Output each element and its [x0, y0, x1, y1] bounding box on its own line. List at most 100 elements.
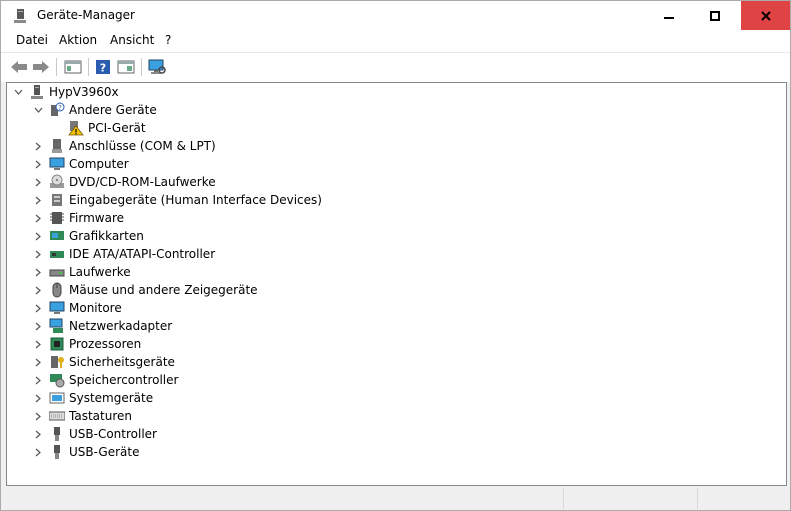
- back-button[interactable]: [9, 57, 29, 77]
- chevron-right-icon[interactable]: [32, 371, 44, 389]
- tree-item-category[interactable]: Mäuse und andere Zeigegeräte: [32, 281, 258, 299]
- tree-item-category[interactable]: Eingabegeräte (Human Interface Devices): [32, 191, 322, 209]
- tree-item-label: DVD/CD-ROM-Laufwerke: [69, 175, 216, 189]
- tree-item-category[interactable]: DVD/CD-ROM-Laufwerke: [32, 173, 216, 191]
- tree-item-label: IDE ATA/ATAPI-Controller: [69, 247, 216, 261]
- menu-ansicht[interactable]: Ansicht: [110, 33, 154, 47]
- tree-item-label: Laufwerke: [69, 265, 131, 279]
- chevron-right-icon[interactable]: [32, 353, 44, 371]
- tree-item-category[interactable]: Sicherheitsgeräte: [32, 353, 175, 371]
- tree-item-category[interactable]: Systemgeräte: [32, 389, 153, 407]
- chevron-down-icon[interactable]: [12, 83, 24, 101]
- chevron-right-icon[interactable]: [32, 263, 44, 281]
- tree-item-category[interactable]: Prozessoren: [32, 335, 141, 353]
- disk-drive-icon: [49, 264, 65, 280]
- forward-button[interactable]: [31, 57, 51, 77]
- title-bar: Geräte-Manager: [1, 1, 790, 30]
- chevron-right-icon[interactable]: [32, 443, 44, 461]
- tree-root-label: HypV3960x: [49, 85, 119, 99]
- tree-root-row[interactable]: HypV3960x: [12, 83, 119, 101]
- ide-controller-icon: [49, 246, 65, 262]
- chevron-right-icon[interactable]: [32, 155, 44, 173]
- tree-item-label: Speichercontroller: [69, 373, 179, 387]
- port-icon: [49, 138, 65, 154]
- tree-item-label: Computer: [69, 157, 129, 171]
- toolbar-separator: [88, 58, 89, 76]
- system-devices-icon: [49, 390, 65, 406]
- scan-hardware-icon: [148, 59, 166, 74]
- tree-item-label: Prozessoren: [69, 337, 142, 351]
- tree-item-category[interactable]: IDE ATA/ATAPI-Controller: [32, 245, 215, 263]
- menu-bar: Datei Aktion Ansicht ?: [1, 30, 790, 52]
- chevron-right-icon[interactable]: [32, 281, 44, 299]
- tree-item-label: PCI-Gerät: [88, 121, 146, 135]
- tree-item-category[interactable]: Grafikkarten: [32, 227, 144, 245]
- menu-datei[interactable]: Datei: [16, 33, 48, 47]
- chevron-right-icon[interactable]: [32, 137, 44, 155]
- tree-item-category[interactable]: Laufwerke: [32, 263, 131, 281]
- tree-item-category[interactable]: Netzwerkadapter: [32, 317, 172, 335]
- maximize-icon: [710, 10, 720, 21]
- show-hide-console-tree-button[interactable]: [63, 57, 83, 77]
- chevron-right-icon[interactable]: [32, 335, 44, 353]
- tree-item-label: Systemgeräte: [69, 391, 154, 405]
- properties-icon: [117, 60, 135, 74]
- chevron-right-icon[interactable]: [32, 407, 44, 425]
- monitor-icon: [49, 300, 65, 316]
- mouse-icon: [49, 282, 65, 298]
- status-bar: [6, 488, 785, 509]
- toolbar: ?: [1, 52, 790, 82]
- tree-item-label: Sicherheitsgeräte: [69, 355, 175, 369]
- maximize-button[interactable]: [692, 1, 738, 30]
- chevron-right-icon[interactable]: [32, 317, 44, 335]
- console-tree-icon: [64, 60, 82, 74]
- window-title: Geräte-Manager: [37, 8, 135, 22]
- tree-item-category[interactable]: Anschlüsse (COM & LPT): [32, 137, 216, 155]
- minimize-button[interactable]: [646, 1, 692, 30]
- menu-help[interactable]: ?: [165, 33, 171, 47]
- network-adapter-icon: [49, 318, 65, 334]
- tree-item-category[interactable]: Tastaturen: [32, 407, 132, 425]
- usb-device-icon: [49, 444, 65, 460]
- chevron-right-icon[interactable]: [32, 227, 44, 245]
- device-tree[interactable]: HypV3960x ? Andere Geräte PCI-Gerät Ansc…: [6, 82, 787, 486]
- chevron-right-icon[interactable]: [32, 299, 44, 317]
- tree-item-category[interactable]: Monitore: [32, 299, 122, 317]
- close-icon: [760, 10, 771, 21]
- tree-item-label: Firmware: [69, 211, 124, 225]
- processor-icon: [49, 336, 65, 352]
- back-arrow-icon: [11, 61, 27, 73]
- graphics-card-icon: [49, 228, 65, 244]
- keyboard-icon: [49, 408, 65, 424]
- svg-text:?: ?: [58, 104, 62, 112]
- chevron-down-icon[interactable]: [32, 101, 44, 119]
- storage-controller-icon: [49, 372, 65, 388]
- tree-item-pci-device[interactable]: PCI-Gerät: [51, 119, 146, 137]
- tree-item-category[interactable]: Firmware: [32, 209, 124, 227]
- scan-hardware-button[interactable]: [147, 57, 167, 77]
- svg-text:?: ?: [100, 62, 106, 75]
- chevron-right-icon[interactable]: [32, 245, 44, 263]
- tree-item-other-devices[interactable]: ? Andere Geräte: [32, 101, 157, 119]
- chevron-right-icon[interactable]: [32, 389, 44, 407]
- chevron-right-icon[interactable]: [32, 191, 44, 209]
- tree-item-category[interactable]: USB-Geräte: [32, 443, 139, 461]
- help-button[interactable]: ?: [93, 57, 113, 77]
- chevron-right-icon[interactable]: [32, 209, 44, 227]
- chevron-right-icon[interactable]: [32, 173, 44, 191]
- computer-icon: [49, 156, 65, 172]
- properties-button[interactable]: [116, 57, 136, 77]
- tree-item-category[interactable]: Speichercontroller: [32, 371, 178, 389]
- tree-item-label: Monitore: [69, 301, 122, 315]
- menu-aktion[interactable]: Aktion: [59, 33, 97, 47]
- tree-item-label: Tastaturen: [69, 409, 132, 423]
- warning-device-icon: [68, 120, 84, 136]
- hid-icon: [49, 192, 65, 208]
- tree-item-category[interactable]: Computer: [32, 155, 129, 173]
- tree-item-category[interactable]: USB-Controller: [32, 425, 157, 443]
- status-pane: [697, 488, 786, 509]
- help-icon: ?: [96, 60, 110, 75]
- close-button[interactable]: [741, 1, 790, 30]
- chevron-right-icon[interactable]: [32, 425, 44, 443]
- toolbar-separator: [141, 58, 142, 76]
